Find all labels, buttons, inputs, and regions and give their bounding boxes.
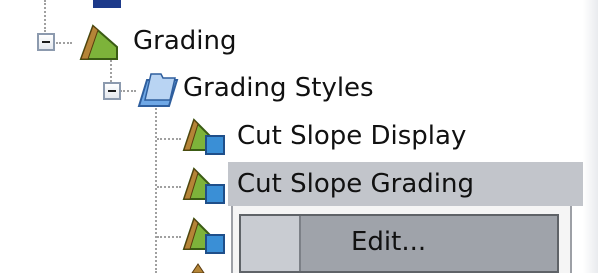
- menu-item-edit[interactable]: Edit...: [239, 214, 559, 273]
- panel-edge: [583, 0, 598, 273]
- tree-connector: [157, 186, 181, 188]
- grading-style-icon: [182, 118, 225, 155]
- context-menu: Edit...: [231, 206, 572, 273]
- menu-item-label: Edit...: [351, 227, 427, 257]
- grading-style-icon: [191, 263, 205, 273]
- folder-icon: [137, 73, 179, 107]
- grading-style-icon: [182, 217, 225, 254]
- tree-connector: [155, 105, 157, 273]
- tree-connector: [157, 236, 181, 238]
- grading-terrain-icon: [79, 24, 118, 60]
- tree-connector: [56, 42, 72, 44]
- collapse-grading-button[interactable]: [37, 33, 55, 51]
- collapse-grading-styles-button[interactable]: [103, 82, 121, 100]
- tree-connector: [110, 60, 112, 82]
- tree-connector: [44, 0, 46, 32]
- styles-tree: Grading Grading Styles Cut Slope Display…: [0, 0, 598, 273]
- tree-connector: [157, 138, 181, 140]
- tree-node-cut-slope-display[interactable]: Cut Slope Display: [237, 120, 466, 152]
- tree-node-grading[interactable]: Grading: [133, 25, 236, 57]
- tree-node-grading-styles[interactable]: Grading Styles: [183, 72, 374, 104]
- grading-style-icon: [182, 167, 225, 204]
- menu-icon-gutter: [241, 216, 301, 271]
- tree-node-cut-slope-grading[interactable]: Cut Slope Grading: [237, 168, 474, 200]
- tree-connector: [120, 90, 136, 92]
- clipped-tree-item: [93, 0, 121, 8]
